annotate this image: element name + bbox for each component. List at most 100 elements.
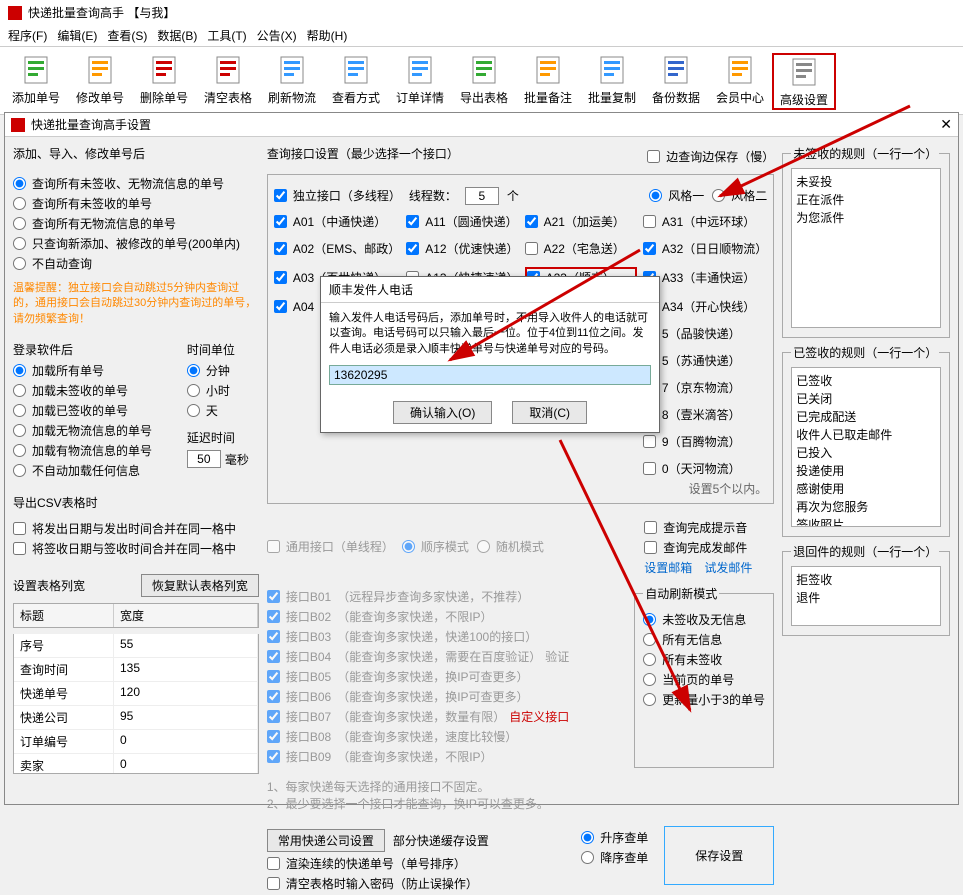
login-opt-5[interactable]: 不自动加载任何信息	[13, 462, 177, 479]
common-courier-button[interactable]: 常用快递公司设置	[267, 829, 385, 852]
timeunit-1[interactable]: 小时	[187, 382, 259, 399]
login-opt-2[interactable]: 加载已签收的单号	[13, 402, 177, 419]
side-query-checkbox[interactable]: 边查询边保存（慢）	[647, 148, 774, 165]
timeunit-2[interactable]: 天	[187, 402, 259, 419]
courier-A11[interactable]: A11（圆通快递）	[406, 213, 518, 230]
trymail-link[interactable]: 试发邮件	[704, 561, 752, 575]
batch-copy-button[interactable]: 批量复制	[580, 53, 644, 110]
auto-opt-2[interactable]: 所有未签收	[643, 651, 765, 668]
table-row[interactable]: 快递单号120	[14, 682, 258, 706]
colwidth-table[interactable]: 序号55查询时间135快递单号120快递公司95订单编号0卖家0联系电话0	[13, 634, 259, 774]
close-icon[interactable]: ✕	[940, 116, 952, 133]
mailbox-link[interactable]: 设置邮箱	[644, 561, 692, 575]
clear-pwd-checkbox[interactable]: 清空表格时输入密码（防止误操作）	[267, 875, 565, 892]
table-row[interactable]: 序号55	[14, 634, 258, 658]
after-add-opt-0[interactable]: 查询所有未签收、无物流信息的单号	[13, 175, 259, 192]
after-add-opt-2[interactable]: 查询所有无物流信息的单号	[13, 215, 259, 232]
courier-A12[interactable]: A12（优速快递）	[406, 240, 518, 257]
bport-1[interactable]: 接口B02 （能查询多家快递，不限IP）	[267, 608, 624, 625]
menu-item[interactable]: 公告(X)	[257, 27, 297, 44]
view-mode-button[interactable]: 查看方式	[324, 53, 388, 110]
menu-item[interactable]: 帮助(H)	[307, 27, 348, 44]
table-row[interactable]: 查询时间135	[14, 658, 258, 682]
auto-opt-1[interactable]: 所有无信息	[643, 631, 765, 648]
bport-2[interactable]: 接口B03 （能查询多家快递，快递100的接口）	[267, 628, 624, 645]
csv-opt-0[interactable]: 将发出日期与发出时间合并在同一格中	[13, 520, 259, 537]
bport-6[interactable]: 接口B07 （能查询多家快递，数量有限） 自定义接口	[267, 708, 624, 725]
cancel-button[interactable]: 取消(C)	[512, 401, 587, 424]
bport-0[interactable]: 接口B01 （远程异步查询多家快递，不推荐）	[267, 588, 624, 605]
reset-colwidth-button[interactable]: 恢复默认表格列宽	[141, 574, 259, 597]
menu-item[interactable]: 工具(T)	[207, 27, 246, 44]
mail-checkbox[interactable]: 查询完成发邮件	[644, 539, 774, 556]
courier-9[interactable]: 9（百腾物流）	[643, 433, 767, 450]
phone-input[interactable]	[329, 365, 651, 385]
courier-8[interactable]: 8（壹米滴答）	[643, 406, 767, 423]
auto-opt-3[interactable]: 当前页的单号	[643, 671, 765, 688]
order-detail-button[interactable]: 订单详情	[388, 53, 452, 110]
courier-A31[interactable]: A31（中远环球）	[643, 213, 767, 230]
desc-radio[interactable]: 降序查单	[581, 849, 648, 866]
style1-radio[interactable]: 风格一	[649, 187, 704, 204]
bport-4[interactable]: 接口B05 （能查询多家快递，换IP可查更多）	[267, 668, 624, 685]
indep-api-checkbox[interactable]: 独立接口（多线程）	[274, 187, 401, 204]
table-row[interactable]: 卖家0	[14, 754, 258, 774]
courier-A33[interactable]: A33（丰通快运）	[643, 267, 767, 288]
after-add-opt-4[interactable]: 不自动查询	[13, 255, 259, 272]
refresh-button[interactable]: 刷新物流	[260, 53, 324, 110]
courier-A21[interactable]: A21（加运美）	[525, 213, 637, 230]
add-bill-button[interactable]: 添加单号	[4, 53, 68, 110]
backup-button[interactable]: 备份数据	[644, 53, 708, 110]
courier-A34[interactable]: A34（开心快线）	[643, 298, 767, 315]
bport-5[interactable]: 接口B06 （能查询多家快递，换IP可查更多）	[267, 688, 624, 705]
advanced-button[interactable]: 高级设置	[772, 53, 836, 110]
courier-5[interactable]: 5（品骏快递）	[643, 325, 767, 342]
table-row[interactable]: 订单编号0	[14, 730, 258, 754]
after-add-opt-1[interactable]: 查询所有未签收的单号	[13, 195, 259, 212]
timeunit-0[interactable]: 分钟	[187, 362, 259, 379]
rand-mode-radio[interactable]: 随机模式	[477, 538, 544, 555]
asc-radio[interactable]: 升序查单	[581, 829, 648, 846]
del-bill-button[interactable]: 删除单号	[132, 53, 196, 110]
export-button[interactable]: 导出表格	[452, 53, 516, 110]
unsigned-rules-textarea[interactable]	[791, 168, 941, 328]
save-button[interactable]: 保存设置	[664, 826, 774, 885]
courier-A01[interactable]: A01（中通快递）	[274, 213, 400, 230]
menu-item[interactable]: 编辑(E)	[57, 27, 97, 44]
table-row[interactable]: 快递公司95	[14, 706, 258, 730]
ok-button[interactable]: 确认输入(O)	[393, 401, 492, 424]
clear-table-button[interactable]: 清空表格	[196, 53, 260, 110]
menu-item[interactable]: 查看(S)	[107, 27, 147, 44]
courier-7[interactable]: 7（京东物流）	[643, 379, 767, 396]
csv-opt-1[interactable]: 将签收日期与签收时间合并在同一格中	[13, 540, 259, 557]
courier-A32[interactable]: A32（日日顺物流）	[643, 240, 767, 257]
thread-input[interactable]	[465, 187, 499, 205]
batch-note-button[interactable]: 批量备注	[516, 53, 580, 110]
courier-A22[interactable]: A22（宅急送）	[525, 240, 637, 257]
menu-item[interactable]: 数据(B)	[157, 27, 197, 44]
courier-A02[interactable]: A02（EMS、邮政）	[274, 240, 400, 257]
style2-radio[interactable]: 风格二	[712, 187, 767, 204]
edit-bill-button[interactable]: 修改单号	[68, 53, 132, 110]
login-opt-1[interactable]: 加载未签收的单号	[13, 382, 177, 399]
bport-7[interactable]: 接口B08 （能查询多家快递，速度比较慢）	[267, 728, 624, 745]
login-opt-3[interactable]: 加载无物流信息的单号	[13, 422, 177, 439]
login-opt-0[interactable]: 加载所有单号	[13, 362, 177, 379]
seq-mode-radio[interactable]: 顺序模式	[402, 538, 469, 555]
login-opt-4[interactable]: 加载有物流信息的单号	[13, 442, 177, 459]
return-rules-textarea[interactable]	[791, 566, 941, 626]
menu-item[interactable]: 程序(F)	[8, 27, 47, 44]
auto-opt-0[interactable]: 未签收及无信息	[643, 611, 765, 628]
auto-opt-4[interactable]: 更新量小于3的单号	[643, 691, 765, 708]
common-api-checkbox[interactable]: 通用接口（单线程）	[267, 538, 394, 555]
sound-checkbox[interactable]: 查询完成提示音	[644, 519, 774, 536]
signed-rules-textarea[interactable]	[791, 367, 941, 527]
bport-3[interactable]: 接口B04 （能查询多家快递，需要在百度验证） 验证	[267, 648, 624, 665]
delay-input[interactable]	[187, 450, 221, 468]
render-seq-checkbox[interactable]: 渲染连续的快递单号（单号排序）	[267, 855, 565, 872]
courier-0[interactable]: 0（天河物流）	[643, 460, 767, 477]
after-add-opt-3[interactable]: 只查询新添加、被修改的单号(200单内)	[13, 235, 259, 252]
courier-5[interactable]: 5（苏通快递）	[643, 352, 767, 369]
bport-8[interactable]: 接口B09 （能查询多家快递，不限IP）	[267, 748, 624, 765]
member-button[interactable]: 会员中心	[708, 53, 772, 110]
